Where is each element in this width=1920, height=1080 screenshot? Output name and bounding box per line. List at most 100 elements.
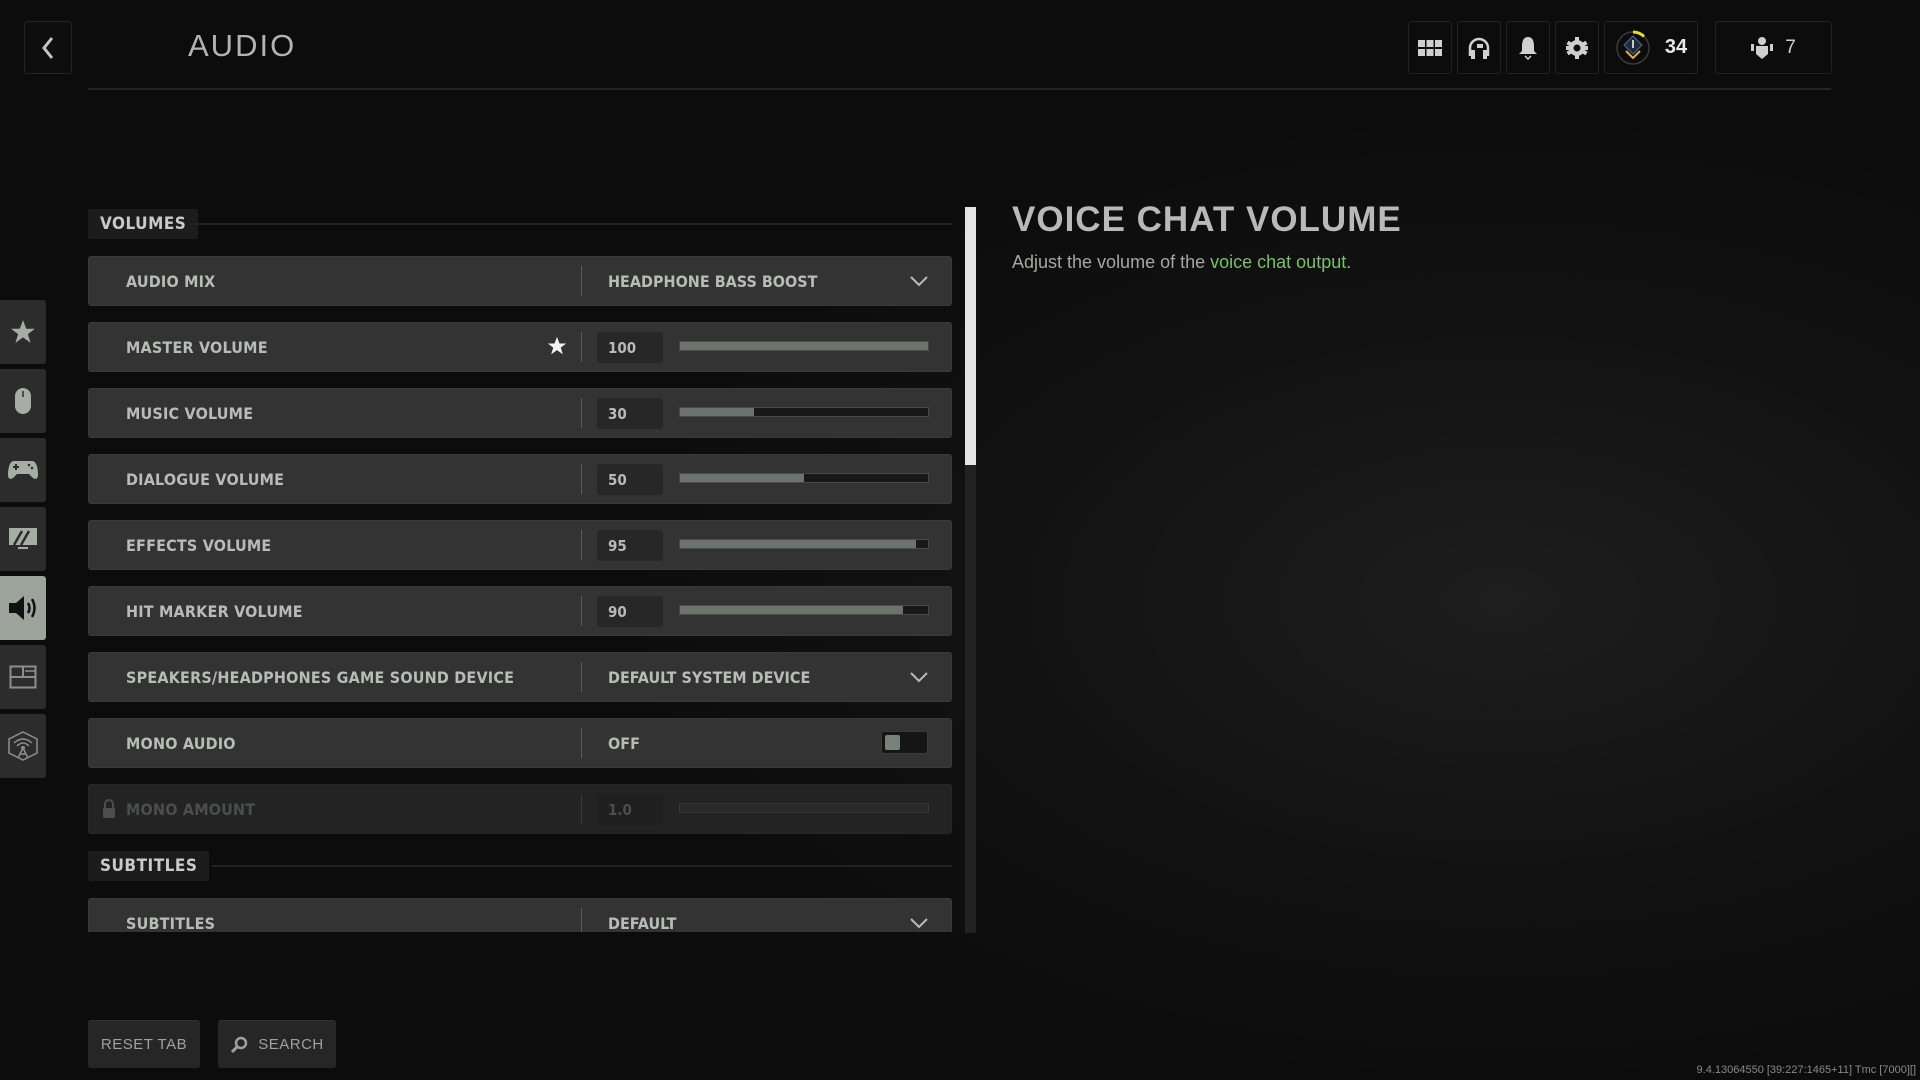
row-divider — [581, 530, 582, 560]
audio-mix-dropdown-value[interactable]: HEADPHONE BASS BOOST — [608, 257, 817, 305]
setting-row-audio-mix[interactable]: AUDIO MIX HEADPHONE BASS BOOST — [88, 256, 952, 306]
chevron-left-icon — [42, 36, 54, 59]
friends-icon — [1751, 36, 1774, 59]
chevron-down-icon[interactable] — [909, 913, 929, 932]
dialogue-volume-slider[interactable] — [679, 473, 929, 483]
hit-marker-volume-slider[interactable] — [679, 605, 929, 615]
headset-icon — [1468, 37, 1490, 59]
gamepad-icon — [8, 461, 38, 479]
subtitles-dropdown-value[interactable]: DEFAULT — [608, 899, 676, 933]
music-volume-value-input[interactable]: 30 — [597, 398, 663, 429]
setting-label: SUBTITLES — [126, 913, 216, 933]
rank-display[interactable]: 34 — [1604, 21, 1698, 74]
scrollbar-thumb[interactable] — [965, 207, 976, 465]
layout-icon — [9, 665, 37, 689]
scroll-clip: SUBTITLES DEFAULT — [0, 898, 960, 932]
sidebar-item-interface[interactable] — [0, 645, 46, 709]
row-divider — [581, 332, 582, 362]
slider-fill — [680, 606, 904, 614]
search-label: SEARCH — [258, 1036, 324, 1053]
setting-row-music-volume[interactable]: MUSIC VOLUME 30 — [88, 388, 952, 438]
slider-fill — [680, 474, 804, 482]
favorite-star-icon[interactable] — [547, 336, 567, 356]
star-icon — [11, 320, 35, 343]
row-divider — [581, 398, 582, 428]
sidebar-item-graphics[interactable] — [0, 507, 46, 571]
section-header-volumes: VOLUMES — [88, 209, 199, 239]
setting-label: SPEAKERS/HEADPHONES GAME SOUND DEVICE — [126, 667, 515, 687]
settings-button[interactable] — [1555, 21, 1599, 74]
row-divider — [581, 662, 582, 692]
setting-row-mono-audio[interactable]: MONO AUDIO OFF — [88, 718, 952, 768]
dialogue-volume-value-input[interactable]: 50 — [597, 464, 663, 495]
mouse-icon — [15, 388, 31, 414]
search-button[interactable]: SEARCH — [218, 1020, 336, 1068]
master-volume-slider[interactable] — [679, 341, 929, 351]
setting-label: EFFECTS VOLUME — [126, 535, 272, 555]
mono-amount-value: 1.0 — [597, 794, 663, 825]
setting-row-sound-device[interactable]: SPEAKERS/HEADPHONES GAME SOUND DEVICE DE… — [88, 652, 952, 702]
setting-label: MONO AMOUNT — [126, 799, 256, 819]
chevron-down-icon[interactable] — [909, 271, 929, 291]
search-icon — [231, 1036, 248, 1053]
headset-button[interactable] — [1457, 21, 1501, 74]
lock-icon — [103, 799, 115, 818]
friends-button[interactable]: 7 — [1715, 21, 1832, 74]
sidebar-item-favorites[interactable] — [0, 300, 46, 364]
slider-fill — [680, 342, 928, 350]
row-divider — [581, 266, 582, 296]
sidebar-item-controller[interactable] — [0, 438, 46, 502]
grid-menu-icon — [1418, 39, 1442, 56]
speaker-icon — [9, 596, 36, 620]
build-info: 9.4.13064550 [39:227:1465+11] Tmc [7000]… — [1696, 1064, 1916, 1076]
notifications-button[interactable] — [1506, 21, 1550, 74]
hit-marker-volume-value-input[interactable]: 90 — [597, 596, 663, 627]
setting-row-dialogue-volume[interactable]: DIALOGUE VOLUME 50 — [88, 454, 952, 504]
mono-audio-toggle[interactable] — [881, 731, 928, 754]
detail-description: Adjust the volume of the voice chat outp… — [1012, 252, 1351, 273]
slider-fill — [680, 540, 916, 548]
rank-level: 34 — [1664, 36, 1688, 58]
detail-title: VOICE CHAT VOLUME — [1012, 200, 1402, 239]
setting-row-subtitles[interactable]: SUBTITLES DEFAULT — [88, 898, 952, 932]
sidebar-item-mouse-keyboard[interactable] — [0, 369, 46, 433]
setting-label: MONO AUDIO — [126, 733, 236, 753]
row-divider — [581, 794, 582, 824]
row-divider — [581, 908, 582, 932]
chevron-down-icon[interactable] — [909, 667, 929, 687]
page-title: AUDIO — [188, 28, 297, 63]
detail-desc-highlight: voice chat output. — [1210, 252, 1352, 272]
setting-label: AUDIO MIX — [126, 271, 216, 291]
bell-icon — [1519, 36, 1537, 60]
setting-row-mono-amount: MONO AMOUNT 1.0 — [88, 784, 952, 834]
reset-tab-button[interactable]: RESET TAB — [88, 1020, 200, 1068]
row-divider — [581, 728, 582, 758]
grid-menu-button[interactable] — [1408, 21, 1452, 74]
slider-fill — [680, 408, 755, 416]
music-volume-slider[interactable] — [679, 407, 929, 417]
mono-amount-slider — [679, 803, 929, 813]
toggle-knob — [885, 735, 900, 750]
detail-desc-text: Adjust the volume of the — [1012, 252, 1211, 272]
slider-fill — [680, 804, 928, 812]
rank-icon — [1616, 30, 1650, 65]
sidebar-item-audio[interactable] — [0, 576, 46, 640]
effects-volume-slider[interactable] — [679, 539, 929, 549]
master-volume-value-input[interactable]: 100 — [597, 332, 663, 363]
network-icon — [8, 731, 38, 761]
setting-label: DIALOGUE VOLUME — [126, 469, 285, 489]
section-header-subtitles: SUBTITLES — [88, 851, 210, 881]
setting-label: MASTER VOLUME — [126, 337, 268, 357]
effects-volume-value-input[interactable]: 95 — [597, 530, 663, 561]
setting-row-master-volume[interactable]: MASTER VOLUME 100 — [88, 322, 952, 372]
setting-row-hit-marker-volume[interactable]: HIT MARKER VOLUME 90 — [88, 586, 952, 636]
monitor-icon — [9, 528, 37, 549]
sidebar-item-account-network[interactable] — [0, 714, 46, 778]
sound-device-dropdown-value[interactable]: DEFAULT SYSTEM DEVICE — [608, 653, 810, 701]
row-divider — [581, 596, 582, 626]
gear-icon — [1566, 36, 1588, 59]
setting-row-effects-volume[interactable]: EFFECTS VOLUME 95 — [88, 520, 952, 570]
friends-count: 7 — [1785, 36, 1796, 58]
row-divider — [581, 464, 582, 494]
back-button[interactable] — [24, 21, 72, 74]
